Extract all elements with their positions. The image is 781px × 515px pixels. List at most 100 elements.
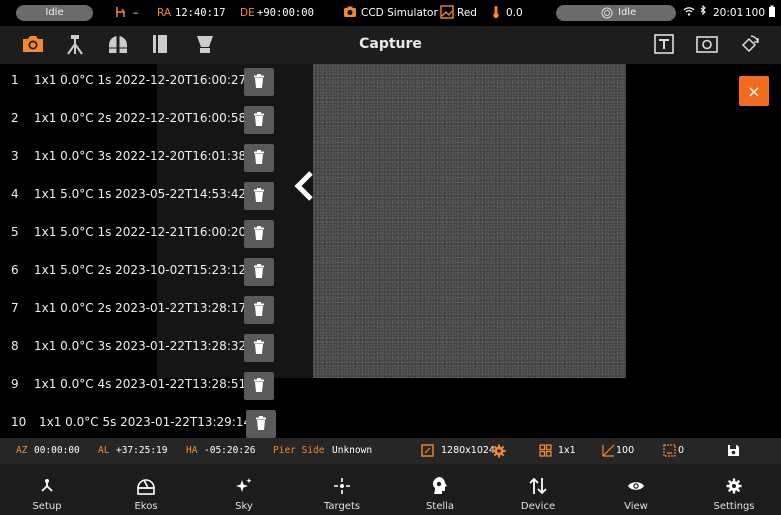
trash-icon xyxy=(253,263,265,282)
trash-icon xyxy=(253,73,265,92)
frame-size-icon xyxy=(421,444,434,461)
list-item[interactable]: 2 1x1 0.0°C 2s 2022-12-20T16:00:58 xyxy=(0,102,290,140)
pier-side-label: Pier Side xyxy=(273,445,325,456)
ra-label: RA xyxy=(157,7,172,19)
setup-icon xyxy=(7,476,87,496)
offset-value[interactable]: 0 xyxy=(678,445,684,457)
nav-targets[interactable]: Targets xyxy=(302,464,382,515)
view-icon xyxy=(596,476,676,496)
delete-button[interactable] xyxy=(244,68,274,96)
text-frame-icon[interactable] xyxy=(651,31,677,57)
nav-label: Device xyxy=(520,501,556,512)
telescope-mount-icon xyxy=(114,5,128,23)
nav-stella[interactable]: Stella xyxy=(400,464,480,515)
delete-button[interactable] xyxy=(244,372,274,400)
nav-settings[interactable]: Settings xyxy=(694,464,774,515)
nav-setup[interactable]: Setup xyxy=(7,464,87,515)
targets-icon xyxy=(302,476,382,496)
trash-icon xyxy=(255,415,267,434)
nav-label: Sky xyxy=(235,501,253,512)
app-root: Idle – RA 12:40:17 DE +90:00:00 CCD Simu… xyxy=(0,0,781,515)
list-item[interactable]: 9 1x1 0.0°C 4s 2023-01-22T13:28:51 xyxy=(0,368,290,406)
nav-label: Settings xyxy=(713,501,755,512)
delete-button[interactable] xyxy=(244,182,274,210)
list-item-label: 1x1 0.0°C 2s 2023-01-22T13:28:17 xyxy=(34,301,247,315)
nav-label: Ekos xyxy=(134,501,158,512)
list-item-number: 6 xyxy=(11,263,19,277)
thermometer-icon xyxy=(491,5,501,23)
status-bar: Idle – RA 12:40:17 DE +90:00:00 CCD Simu… xyxy=(0,0,781,26)
guide-target-icon xyxy=(601,7,613,19)
gear-icon[interactable] xyxy=(492,444,506,462)
binning-value[interactable]: 1x1 xyxy=(558,445,576,457)
delete-button[interactable] xyxy=(244,106,274,134)
delete-button[interactable] xyxy=(244,220,274,248)
capture-toolbar: Capture xyxy=(0,26,781,64)
nav-device[interactable]: Device xyxy=(498,464,578,515)
device-icon xyxy=(498,476,578,496)
list-item-number: 2 xyxy=(11,111,19,125)
capture-main: × 1 1x1 0.0°C 1s 2022-12-20T16:00:27 2 1… xyxy=(0,64,781,438)
list-item[interactable]: 5 1x1 5.0°C 1s 2022-12-21T16:00:20 xyxy=(0,216,290,254)
delete-button[interactable] xyxy=(246,410,276,438)
resolution-value[interactable]: 1280x1024 xyxy=(441,445,495,457)
gain-value[interactable]: 100 xyxy=(616,445,634,457)
rotate-icon[interactable] xyxy=(736,31,762,57)
nav-view[interactable]: View xyxy=(596,464,676,515)
nav-label: Targets xyxy=(323,501,361,512)
list-item-label: 1x1 0.0°C 4s 2023-01-22T13:28:51 xyxy=(34,377,247,391)
list-item[interactable]: 1 1x1 0.0°C 1s 2022-12-20T16:00:27 xyxy=(0,64,290,102)
list-item[interactable]: 8 1x1 0.0°C 3s 2023-01-22T13:28:32 xyxy=(0,330,290,368)
delete-button[interactable] xyxy=(244,144,274,172)
chevron-left-icon[interactable] xyxy=(292,170,316,202)
nav-label: View xyxy=(624,501,648,512)
list-item[interactable]: 10 1x1 0.0°C 5s 2023-01-22T13:29:14 xyxy=(0,406,290,438)
list-item[interactable]: 6 1x1 5.0°C 2s 2023-10-02T15:23:12 xyxy=(0,254,290,292)
gain-icon xyxy=(602,444,615,461)
ha-value: -05:20:26 xyxy=(204,445,256,456)
list-item-number: 5 xyxy=(11,225,19,239)
trash-icon xyxy=(253,149,265,168)
delete-button[interactable] xyxy=(244,334,274,362)
info-bar: AZ 00:00:00 AL +37:25:19 HA -05:20:26 Pi… xyxy=(0,438,781,464)
al-label: AL xyxy=(98,445,110,456)
close-button[interactable]: × xyxy=(739,76,769,106)
ekos-icon xyxy=(106,476,186,496)
list-item[interactable]: 4 1x1 5.0°C 1s 2023-05-22T14:53:42 xyxy=(0,178,290,216)
list-item-number: 10 xyxy=(11,415,27,429)
list-item-label: 1x1 5.0°C 2s 2023-10-02T15:23:12 xyxy=(34,263,247,277)
camera-icon xyxy=(343,5,357,23)
binning-icon xyxy=(539,444,552,461)
battery-icon xyxy=(768,5,776,22)
save-icon[interactable] xyxy=(727,444,740,461)
sky-icon xyxy=(204,476,284,496)
wifi-icon xyxy=(683,5,695,21)
image-preview[interactable] xyxy=(313,64,626,378)
list-item-number: 4 xyxy=(11,187,19,201)
nav-sky[interactable]: Sky xyxy=(204,464,284,515)
list-item-label: 1x1 0.0°C 1s 2022-12-20T16:00:27 xyxy=(34,73,247,87)
az-label: AZ xyxy=(16,445,28,456)
de-label: DE xyxy=(240,7,255,19)
trash-icon xyxy=(253,111,265,130)
list-item[interactable]: 3 1x1 0.0°C 3s 2022-12-20T16:01:38 xyxy=(0,140,290,178)
trash-icon xyxy=(253,187,265,206)
status-pill-left[interactable]: Idle xyxy=(16,5,93,21)
list-item[interactable]: 7 1x1 0.0°C 2s 2023-01-22T13:28:17 xyxy=(0,292,290,330)
trash-icon xyxy=(253,225,265,244)
ha-label: HA xyxy=(186,445,198,456)
pier-side-value: Unknown xyxy=(332,445,373,456)
ra-value: 12:40:17 xyxy=(175,7,226,19)
camera-name[interactable]: CCD Simulator xyxy=(361,6,438,20)
temperature-value: 0.0 xyxy=(506,7,523,19)
delete-button[interactable] xyxy=(244,258,274,286)
filter-name[interactable]: Red xyxy=(457,6,477,20)
close-icon: × xyxy=(747,81,761,101)
list-item-number: 8 xyxy=(11,339,19,353)
nav-ekos[interactable]: Ekos xyxy=(106,464,186,515)
delete-button[interactable] xyxy=(244,296,274,324)
trash-icon xyxy=(253,377,265,396)
status-pill-right[interactable]: Idle xyxy=(556,5,676,21)
list-item-label: 1x1 0.0°C 5s 2023-01-22T13:29:14 xyxy=(39,415,252,429)
camera-frame-icon[interactable] xyxy=(694,31,720,57)
